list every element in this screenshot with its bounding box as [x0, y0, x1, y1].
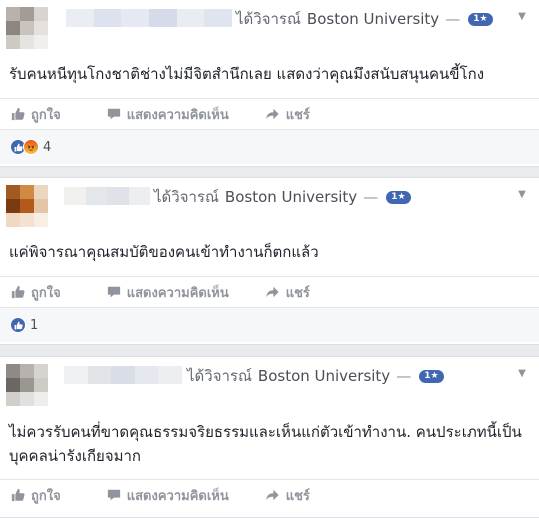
review-header: ได้วิจารณ์ Boston University — 1★ — [154, 185, 411, 209]
review-text: รับคนหนีทุนโกงชาติช่างไม่มีจิตสำนึกเลย แ… — [9, 62, 484, 86]
review-text: แค่พิจารณาคุณสมบัติของคนเข้าทำงานก็ตกแล้… — [9, 240, 319, 264]
share-label: แชร์ — [285, 488, 310, 504]
like-button[interactable]: ถูกใจ — [11, 485, 61, 506]
rating-badge: 1★ — [468, 12, 493, 26]
like-label: ถูกใจ — [31, 488, 61, 504]
review-text-line: รับคนหนีทุนโกงชาติช่างไม่มีจิตสำนึกเลย แ… — [9, 65, 485, 83]
review-text-line: แค่พิจารณาคุณสมบัติของคนเข้าทำงานก็ตกแล้… — [9, 243, 319, 261]
action-bar: ถูกใจ แสดงความคิดเห็น แชร์ — [0, 98, 539, 129]
share-icon — [266, 286, 279, 298]
action-bar: ถูกใจ แสดงความคิดเห็น แชร์ — [0, 276, 539, 307]
comment-label: แสดงความคิดเห็น — [126, 285, 229, 301]
comment-button[interactable]: แสดงความคิดเห็น — [107, 485, 229, 506]
like-button[interactable]: ถูกใจ — [11, 282, 61, 303]
like-icon — [10, 317, 26, 333]
thumbs-up-icon — [11, 285, 25, 299]
comment-icon — [107, 286, 120, 298]
comment-button[interactable]: แสดงความคิดเห็น — [107, 282, 229, 303]
reviewer-name-blurred[interactable] — [64, 366, 182, 384]
share-label: แชร์ — [285, 107, 310, 123]
review-header: ได้วิจารณ์ Boston University — 1★ — [187, 364, 444, 388]
comment-label: แสดงความคิดเห็น — [126, 488, 229, 504]
like-label: ถูกใจ — [31, 285, 61, 301]
share-button[interactable]: แชร์ — [265, 282, 310, 303]
avatar[interactable] — [6, 364, 48, 406]
review-verb: ได้วิจารณ์ — [236, 10, 301, 28]
comment-label: แสดงความคิดเห็น — [126, 107, 229, 123]
review-verb: ได้วิจารณ์ — [187, 367, 252, 385]
separator: — — [445, 10, 461, 28]
rating-badge: 1★ — [386, 190, 411, 204]
reviewer-name-blurred[interactable] — [64, 187, 150, 205]
avatar[interactable] — [6, 7, 48, 49]
review-verb: ได้วิจารณ์ — [154, 188, 219, 206]
share-button[interactable]: แชร์ — [265, 104, 310, 125]
separator: — — [363, 188, 379, 206]
action-bar: ถูกใจ แสดงความคิดเห็น แชร์ — [0, 479, 539, 510]
thumbs-up-icon — [11, 488, 25, 502]
review-card: ได้วิจารณ์ Boston University — 1★ ▼ แค่พ… — [0, 177, 539, 345]
page-link[interactable]: Boston University — [225, 188, 357, 206]
reaction-summary[interactable]: 4 — [0, 129, 539, 164]
share-icon — [266, 489, 279, 501]
like-button[interactable]: ถูกใจ — [11, 104, 61, 125]
comment-icon — [107, 108, 120, 120]
share-label: แชร์ — [285, 285, 310, 301]
chevron-down-icon[interactable]: ▼ — [515, 367, 529, 381]
reaction-count: 4 — [43, 139, 52, 155]
share-icon — [266, 108, 279, 120]
like-label: ถูกใจ — [31, 107, 61, 123]
thumbs-up-icon — [11, 107, 25, 121]
page-link[interactable]: Boston University — [307, 10, 439, 28]
review-header: ได้วิจารณ์ Boston University — 1★ — [236, 7, 493, 31]
review-text-line: บุคคลน่ารังเกียจมาก — [9, 447, 142, 465]
comment-icon — [107, 489, 120, 501]
reaction-summary[interactable]: 1 — [0, 307, 539, 342]
page-link[interactable]: Boston University — [258, 367, 390, 385]
rating-badge: 1★ — [419, 369, 444, 383]
separator: — — [396, 367, 412, 385]
reaction-count: 1 — [30, 317, 39, 333]
review-card: ได้วิจารณ์ Boston University — 1★ ▼ รับค… — [0, 0, 539, 167]
chevron-down-icon[interactable]: ▼ — [515, 10, 529, 24]
angry-icon — [23, 139, 39, 155]
review-text-line: ไม่ควรรับคนที่ขาดคุณธรรมจริยธรรมและเห็นแ… — [9, 423, 522, 441]
share-button[interactable]: แชร์ — [265, 485, 310, 506]
chevron-down-icon[interactable]: ▼ — [515, 188, 529, 202]
review-card: ได้วิจารณ์ Boston University — 1★ ▼ ไม่ค… — [0, 356, 539, 518]
reviewer-name-blurred[interactable] — [66, 9, 233, 27]
comment-button[interactable]: แสดงความคิดเห็น — [107, 104, 229, 125]
review-text: ไม่ควรรับคนที่ขาดคุณธรรมจริยธรรมและเห็นแ… — [9, 420, 522, 468]
avatar[interactable] — [6, 185, 48, 227]
